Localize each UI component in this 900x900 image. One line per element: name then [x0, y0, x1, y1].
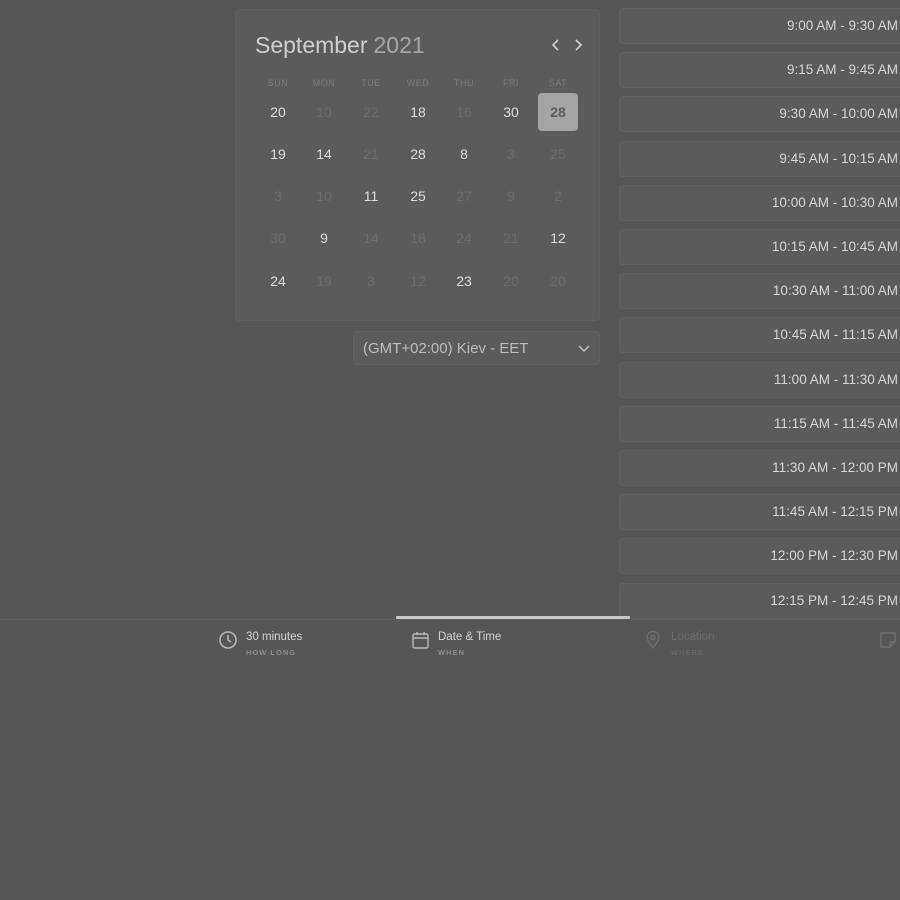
- time-slot-button[interactable]: 10:15 AM - 10:45 AM: [619, 229, 900, 265]
- time-slot-button[interactable]: 10:45 AM - 11:15 AM: [619, 317, 900, 354]
- timezone-label: (GMT+02:00) Kiev - EET: [363, 340, 529, 357]
- calendar-day[interactable]: 25: [398, 177, 438, 215]
- calendar-day: 3: [274, 188, 282, 204]
- step-subtitle: WHEN: [438, 648, 465, 657]
- time-slot-button[interactable]: 9:00 AM - 9:30 AM: [619, 8, 900, 44]
- calendar-day-selected[interactable]: 28: [538, 93, 578, 131]
- time-slot-label: 9:00 AM - 9:30 AM: [786, 18, 898, 33]
- calendar-day: 3: [367, 273, 375, 289]
- time-slot-label: 11:15 AM - 11:45 AM: [773, 415, 898, 431]
- chevron-right-icon: [575, 39, 583, 51]
- time-slot-button[interactable]: 9:30 AM - 10:00 AM: [619, 96, 900, 133]
- time-slot-button[interactable]: 11:00 AM - 11:30 AM: [619, 361, 900, 398]
- time-slot-label: 11:00 AM - 11:30 AM: [773, 371, 898, 387]
- calendar-day: 20: [550, 273, 566, 289]
- time-slot-button[interactable]: 12:15 PM - 12:45 PM: [619, 582, 900, 619]
- step-subtitle: WHERE: [671, 648, 704, 657]
- time-slot-label: 11:30 AM - 12:00 PM: [772, 460, 898, 475]
- time-slot-button[interactable]: 11:15 AM - 11:45 AM: [619, 405, 900, 442]
- time-slot-label: 9:30 AM - 10:00 AM: [779, 106, 898, 122]
- chevron-left-icon: [551, 39, 559, 51]
- step-title: Location: [671, 631, 715, 643]
- time-slot-button[interactable]: 9:15 AM - 9:45 AM: [619, 52, 900, 89]
- calendar-day[interactable]: 14: [304, 135, 344, 173]
- calendar-day: 16: [456, 104, 472, 120]
- calendar-day[interactable]: 18: [398, 93, 438, 131]
- step-title: Date & Time: [438, 631, 502, 643]
- time-slot-button[interactable]: 11:30 AM - 12:00 PM: [619, 450, 900, 486]
- calendar-day: 2: [554, 188, 562, 204]
- calendar-day[interactable]: 30: [491, 93, 531, 131]
- weekday-header: WED: [406, 78, 430, 88]
- weekday-header: THU: [454, 78, 474, 88]
- calendar-day: 24: [456, 230, 472, 246]
- calendar-day: 27: [456, 188, 472, 204]
- month-year-header: September 2021: [255, 32, 425, 59]
- calendar-day: 10: [316, 104, 332, 120]
- weekday-header: SAT: [548, 78, 568, 88]
- time-slot-button[interactable]: 10:00 AM - 10:30 AM: [619, 184, 900, 221]
- calendar-day: 3: [507, 146, 515, 162]
- calendar-day[interactable]: 11: [351, 177, 391, 215]
- month-label: September: [255, 32, 368, 58]
- previous-month-button[interactable]: [547, 34, 565, 56]
- calendar-day[interactable]: 24: [258, 262, 298, 300]
- time-slot-label: 10:45 AM - 11:15 AM: [772, 327, 898, 343]
- time-slot-label: 12:15 PM - 12:45 PM: [770, 592, 898, 608]
- calendar-day: 21: [363, 146, 379, 162]
- date-picker-calendar: September 2021 SUN MON TUE WED THU FRI SAT 20 10…: [235, 9, 600, 321]
- calendar-day: 10: [316, 188, 332, 204]
- time-slot-button[interactable]: 12:00 PM - 12:30 PM: [619, 538, 900, 575]
- time-slot-label: 10:00 AM - 10:30 AM: [771, 194, 898, 210]
- location-pin-icon: [643, 630, 663, 650]
- calendar-day[interactable]: 20: [258, 93, 298, 131]
- calendar-day[interactable]: 12: [538, 219, 578, 257]
- chevron-down-icon: [578, 345, 590, 353]
- calendar-day: 14: [363, 230, 379, 246]
- calendar-day[interactable]: 9: [304, 219, 344, 257]
- weekday-header: TUE: [361, 78, 381, 88]
- calendar-day[interactable]: 23: [444, 262, 484, 300]
- time-slot-label: 9:15 AM - 9:45 AM: [786, 62, 898, 78]
- step-title: 30 minutes: [246, 631, 303, 643]
- time-slot-button[interactable]: 9:45 AM - 10:15 AM: [619, 140, 900, 177]
- step-progress-indicator: [396, 616, 630, 619]
- weekday-header: SUN: [267, 78, 289, 88]
- timezone-select[interactable]: (GMT+02:00) Kiev - EET: [353, 331, 600, 365]
- calendar-day: 21: [503, 230, 519, 246]
- calendar-day[interactable]: 8: [444, 135, 484, 173]
- step-subtitle: HOW LONG: [246, 648, 297, 657]
- time-slot-label: 10:30 AM - 11:00 AM: [772, 283, 898, 299]
- note-icon: [878, 630, 898, 650]
- time-slot-button[interactable]: 11:45 AM - 12:15 PM: [619, 494, 900, 531]
- clock-icon: [218, 630, 238, 650]
- weekday-header: FRI: [503, 78, 519, 88]
- year-label: 2021: [373, 32, 425, 58]
- time-slot-label: 11:45 AM - 12:15 PM: [772, 504, 898, 520]
- time-slot-label: 9:45 AM - 10:15 AM: [779, 150, 898, 166]
- calendar-day: 22: [363, 104, 379, 120]
- calendar-icon: [410, 630, 430, 650]
- calendar-day: 12: [410, 273, 426, 289]
- time-slot-label: 10:15 AM - 10:45 AM: [771, 239, 898, 254]
- calendar-day: 9: [507, 188, 515, 204]
- calendar-day[interactable]: 19: [258, 135, 298, 173]
- calendar-day: 20: [503, 273, 519, 289]
- weekday-header: MON: [312, 78, 336, 88]
- calendar-day: 30: [270, 230, 286, 246]
- calendar-day: 18: [410, 230, 426, 246]
- time-slot-button[interactable]: 10:30 AM - 11:00 AM: [619, 273, 900, 310]
- next-month-button[interactable]: [569, 34, 587, 56]
- calendar-day: 25: [550, 146, 566, 162]
- time-slot-label: 12:00 PM - 12:30 PM: [770, 548, 898, 564]
- calendar-day: 19: [316, 273, 332, 289]
- calendar-day[interactable]: 28: [398, 135, 438, 173]
